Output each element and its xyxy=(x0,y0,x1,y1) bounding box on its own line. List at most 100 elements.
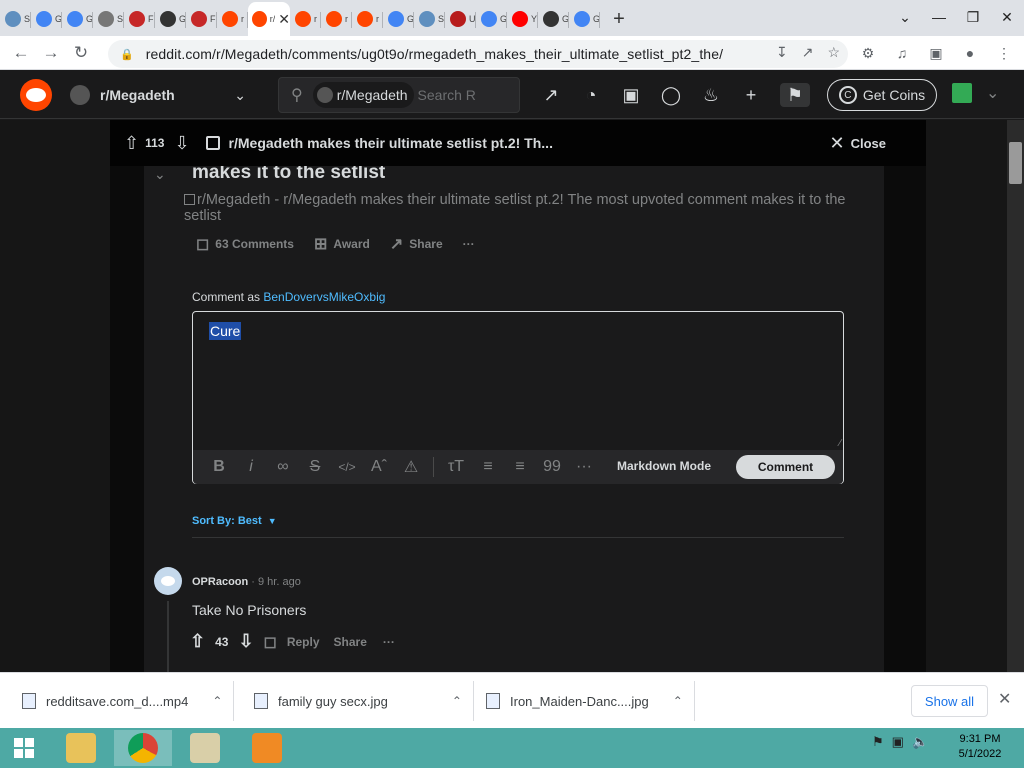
comment-author[interactable]: OPRacoon xyxy=(192,576,248,588)
browser-tab[interactable]: U xyxy=(445,2,476,36)
comment-input-text[interactable]: Cure xyxy=(209,322,242,340)
stats-icon[interactable]: ◔ xyxy=(580,83,602,107)
link-icon[interactable]: ∞ xyxy=(267,458,299,476)
profile-icon[interactable]: ● xyxy=(958,40,982,66)
get-coins-button[interactable]: C Get Coins xyxy=(827,79,937,111)
chevron-up-icon[interactable]: ⌃ xyxy=(212,694,222,708)
scrollbar-thumb[interactable] xyxy=(1009,142,1022,184)
comment-submit-button[interactable]: Comment xyxy=(736,455,835,479)
address-bar[interactable]: 🔒 reddit.com/r/Megadeth/comments/ug0t9o/… xyxy=(108,40,848,68)
install-icon[interactable]: ↧ xyxy=(776,44,788,61)
resize-grip-icon[interactable]: ∕ xyxy=(839,438,841,449)
upvote-icon[interactable]: ⇧ xyxy=(124,133,139,154)
browser-tab[interactable]: G xyxy=(476,2,507,36)
browser-tab[interactable]: r/✕ xyxy=(248,2,290,36)
sort-by-dropdown[interactable]: Sort By: Best ▼ xyxy=(192,515,277,527)
community-selector[interactable]: r/Megadeth ⌄ xyxy=(70,80,254,110)
paint-icon[interactable] xyxy=(176,730,234,766)
close-overlay-button[interactable]: ✕ Close xyxy=(830,133,887,154)
extensions-icon[interactable]: ⚙ xyxy=(856,40,880,66)
numbered-list-icon[interactable]: ≡ xyxy=(504,458,536,476)
browser-tab[interactable]: F xyxy=(186,2,217,36)
download-item[interactable]: redditsave.com_d....mp4 ⌃ xyxy=(22,673,235,729)
new-tab-button[interactable]: + xyxy=(604,2,634,36)
tab-close-icon[interactable]: ✕ xyxy=(278,11,290,28)
minimize-button[interactable]: — xyxy=(922,0,956,34)
user-menu[interactable]: ⌄ xyxy=(952,83,999,103)
back-button[interactable]: ← xyxy=(6,38,36,68)
downvote-chevron-icon[interactable]: ⌄ xyxy=(154,166,166,183)
more-options-button[interactable]: ··· xyxy=(463,237,475,251)
chevron-up-icon[interactable]: ⌃ xyxy=(673,694,683,708)
reply-icon[interactable]: ◻ xyxy=(264,632,277,652)
chrome-icon[interactable] xyxy=(114,730,172,766)
bookmark-star-icon[interactable]: ☆ xyxy=(827,44,840,61)
download-item[interactable]: Iron_Maiden-Danc....jpg ⌃ xyxy=(486,673,695,729)
menu-icon[interactable]: ⋮ xyxy=(992,40,1016,66)
volume-icon[interactable]: 🔈 xyxy=(912,734,928,750)
browser-tab[interactable]: G xyxy=(538,2,569,36)
strikethrough-icon[interactable]: S xyxy=(299,458,331,476)
action-center-icon[interactable]: ⚑ xyxy=(872,734,884,750)
browser-tab[interactable]: r xyxy=(290,2,321,36)
browser-tab[interactable]: Y xyxy=(507,2,538,36)
comment-editor[interactable]: Cure ∕ B i ∞ S </> Aˆ ⚠ τT ≡ ≡ 99 ··· Ma… xyxy=(192,311,844,484)
comment-share-button[interactable]: Share xyxy=(334,635,367,649)
search-scope-chip[interactable]: r/Megadeth xyxy=(312,82,414,108)
notifications-icon[interactable]: ♨ xyxy=(700,83,722,107)
reply-button[interactable]: Reply xyxy=(287,635,320,649)
superscript-icon[interactable]: Aˆ xyxy=(363,458,395,476)
comment-upvote-icon[interactable]: ⇧ xyxy=(190,631,205,652)
quote-block-icon[interactable]: 99 xyxy=(536,458,568,476)
share-icon[interactable]: ↗ xyxy=(802,44,814,61)
browser-tab[interactable]: G xyxy=(31,2,62,36)
show-all-button[interactable]: Show all xyxy=(911,685,988,717)
advertise-icon[interactable]: ⚑ xyxy=(780,83,810,107)
start-button[interactable] xyxy=(0,728,48,768)
comment-more-button[interactable]: ··· xyxy=(383,635,395,649)
browser-tab[interactable]: G xyxy=(569,2,600,36)
reload-button[interactable]: ↻ xyxy=(66,38,96,68)
media-icon[interactable]: ♫ xyxy=(890,40,914,66)
network-icon[interactable]: ▣ xyxy=(892,734,904,750)
spoiler-icon[interactable]: ⚠ xyxy=(395,457,427,477)
scrollbar[interactable] xyxy=(1007,120,1024,672)
videos-icon[interactable]: ▣ xyxy=(620,83,642,107)
inline-code-icon[interactable]: </> xyxy=(331,460,363,474)
browser-tab[interactable]: r xyxy=(217,2,248,36)
browser-tab[interactable]: r xyxy=(321,2,352,36)
browser-tab[interactable]: S xyxy=(93,2,124,36)
browser-tab[interactable]: S xyxy=(414,2,445,36)
forward-button[interactable]: → xyxy=(36,38,66,68)
system-clock[interactable]: 9:31 PM 5/1/2022 xyxy=(950,732,1010,762)
more-formatting-icon[interactable]: ··· xyxy=(568,458,600,476)
minimize-icon[interactable]: ⌄ xyxy=(888,0,922,34)
bulleted-list-icon[interactable]: ≡ xyxy=(472,458,504,476)
close-window-button[interactable]: ✕ xyxy=(990,0,1024,34)
file-explorer-icon[interactable] xyxy=(52,730,110,766)
browser-tab[interactable]: S xyxy=(0,2,31,36)
close-icon[interactable]: ✕ xyxy=(998,689,1011,709)
award-button[interactable]: ⊞ Award xyxy=(314,234,370,254)
commenter-avatar[interactable] xyxy=(154,567,182,595)
chat-icon[interactable]: ◯ xyxy=(660,83,682,107)
media-player-icon[interactable] xyxy=(238,730,296,766)
markdown-mode-button[interactable]: Markdown Mode xyxy=(617,459,711,473)
create-post-icon[interactable]: + xyxy=(740,83,762,107)
browser-tab[interactable]: F xyxy=(124,2,155,36)
side-panel-icon[interactable]: ▣ xyxy=(924,40,948,66)
browser-tab[interactable]: G xyxy=(155,2,186,36)
browser-tab[interactable]: G xyxy=(62,2,93,36)
browser-tab[interactable]: r xyxy=(352,2,383,36)
italic-icon[interactable]: i xyxy=(235,458,267,476)
comments-button[interactable]: ◻ 63 Comments xyxy=(196,234,294,254)
browser-tab[interactable]: G xyxy=(383,2,414,36)
heading-icon[interactable]: τT xyxy=(440,458,472,476)
comment-downvote-icon[interactable]: ⇩ xyxy=(238,631,253,652)
comment-username-link[interactable]: BenDovervsMikeOxbig xyxy=(263,290,385,304)
download-item[interactable]: family guy secx.jpg ⌃ xyxy=(254,673,474,729)
chevron-up-icon[interactable]: ⌃ xyxy=(452,694,462,708)
popular-icon[interactable]: ↗ xyxy=(540,83,562,107)
share-button[interactable]: ↗ Share xyxy=(390,234,443,254)
downvote-icon[interactable]: ⇩ xyxy=(174,133,189,154)
